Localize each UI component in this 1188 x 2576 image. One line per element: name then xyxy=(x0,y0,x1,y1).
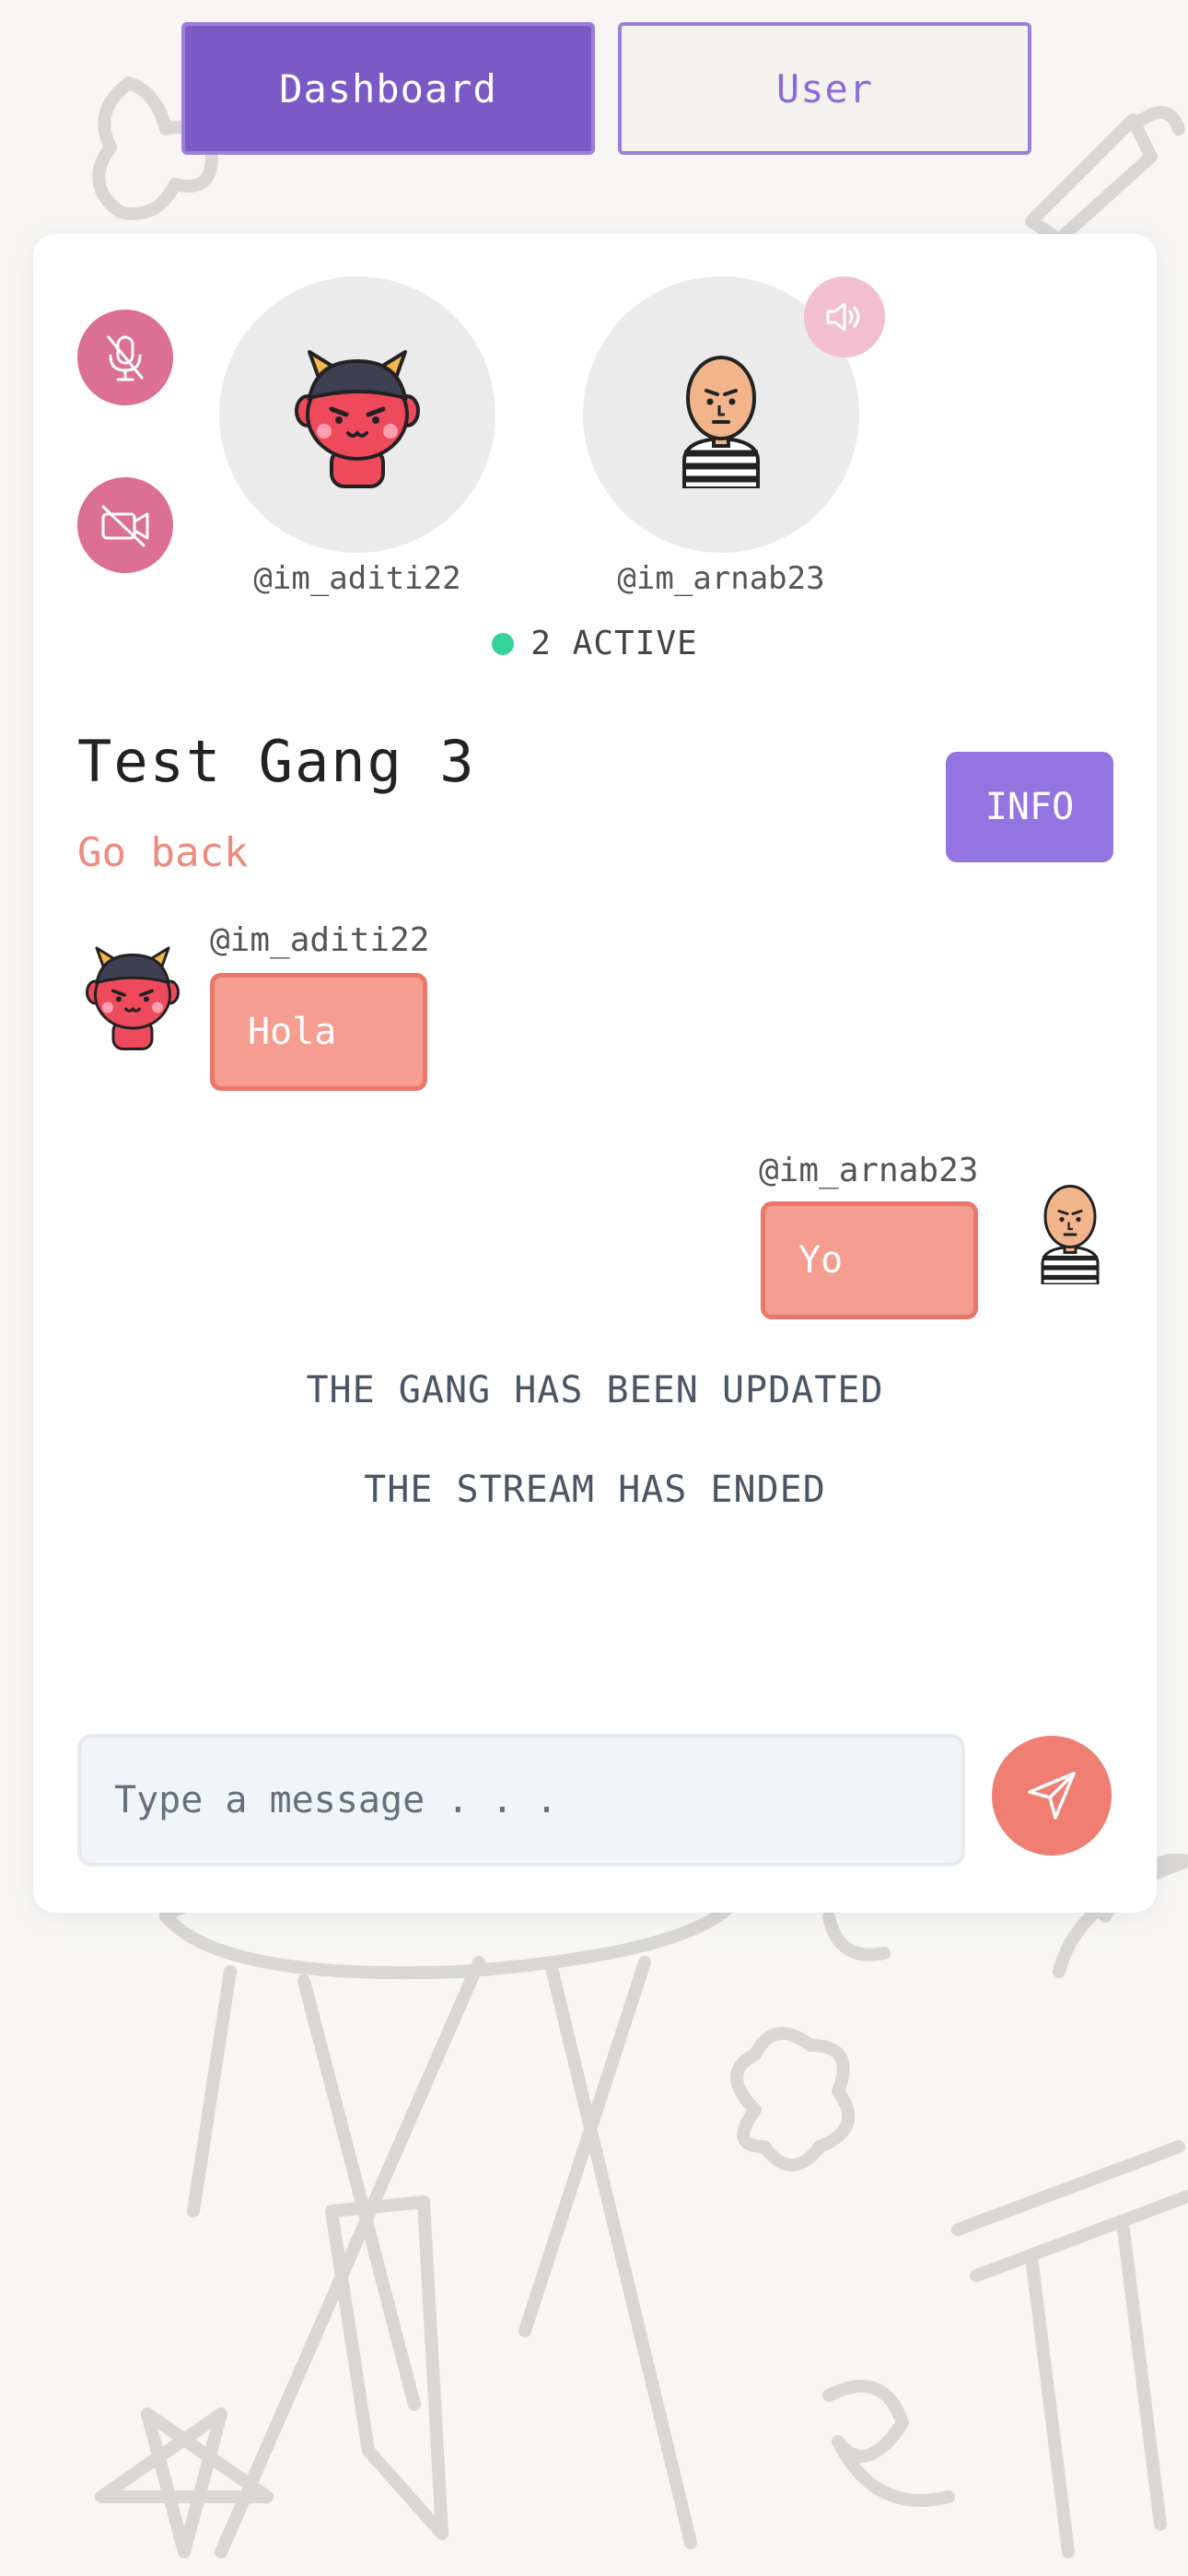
send-button[interactable] xyxy=(992,1736,1112,1856)
message-bubble: Hola xyxy=(210,973,427,1091)
message-avatar xyxy=(86,946,180,1050)
message-username: @im_arnab23 xyxy=(759,1152,979,1189)
mic-muted-icon xyxy=(107,335,144,381)
speaker-icon xyxy=(826,302,860,332)
active-count-label: 2 ACTIVE xyxy=(530,625,698,662)
system-message: THE STREAM HAS ENDED xyxy=(364,1469,826,1511)
message-bubble: Yo xyxy=(761,1201,978,1319)
active-count: 2 ACTIVE xyxy=(33,625,1157,662)
camera-off-icon xyxy=(101,505,149,547)
info-button[interactable]: INFO xyxy=(946,752,1113,862)
go-back-link[interactable]: Go back xyxy=(77,829,248,876)
tab-dashboard[interactable]: Dashboard xyxy=(181,22,595,155)
message-username: @im_aditi22 xyxy=(210,921,430,959)
gang-chat-card: @im_aditi22 @im_arnab23 2 ACTIVE Test Ga… xyxy=(33,234,1157,1913)
system-message: THE GANG HAS BEEN UPDATED xyxy=(306,1369,884,1411)
mic-toggle-button[interactable] xyxy=(77,310,173,405)
message-input[interactable] xyxy=(77,1734,965,1867)
message-avatar xyxy=(1041,1185,1100,1284)
prisoner-avatar xyxy=(682,356,760,488)
participant-username: @im_aditi22 xyxy=(253,560,461,597)
gang-title: Test Gang 3 xyxy=(77,728,476,795)
devil-avatar xyxy=(295,350,420,488)
camera-toggle-button[interactable] xyxy=(77,477,173,573)
speaker-button[interactable] xyxy=(804,276,885,357)
active-status-dot xyxy=(492,632,515,655)
participant-username: @im_arnab23 xyxy=(617,560,825,597)
send-icon xyxy=(1028,1772,1076,1820)
tab-user[interactable]: User xyxy=(618,22,1031,155)
participant-avatar xyxy=(219,276,495,553)
